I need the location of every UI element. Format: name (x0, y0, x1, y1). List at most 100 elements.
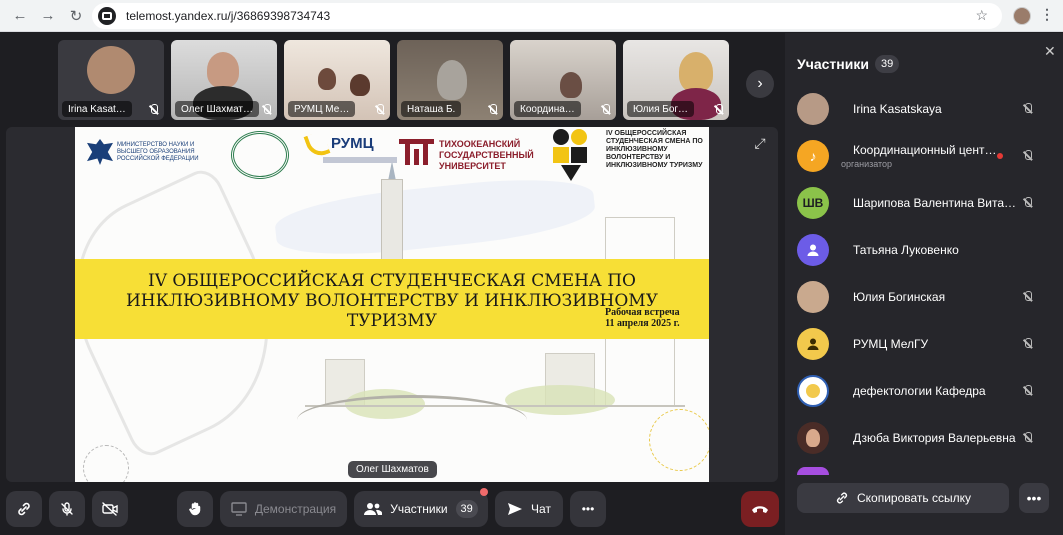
screen-share-button[interactable]: Демонстрация (220, 491, 347, 527)
eagle-emblem-icon (87, 139, 113, 165)
bookmark-star-icon[interactable]: ☆ (975, 7, 988, 24)
participant-video (679, 52, 713, 92)
hand-icon (189, 502, 201, 516)
thumbnail-tile[interactable]: Координа… (510, 40, 616, 120)
thumbnail-name: Наташа Б. (401, 101, 462, 117)
avatar: ШВ (797, 186, 829, 219)
thumbnail-tile[interactable]: Олег Шахмат… (171, 40, 277, 120)
mic-off-icon (1023, 150, 1033, 162)
participant-row[interactable]: РУМЦ МелГУ (785, 320, 1063, 367)
participant-video (318, 68, 336, 90)
avatar: ♪ (797, 139, 829, 172)
mic-off-icon (488, 104, 497, 115)
participant-row[interactable]: Irina Kasatskaya (785, 85, 1063, 132)
university-seal-logo (231, 131, 289, 179)
reload-icon[interactable]: ↻ (64, 4, 88, 28)
camera-off-icon (102, 502, 118, 516)
site-camera-icon (98, 7, 116, 25)
mic-off-icon (601, 104, 610, 115)
event-logo-text: IV ОБЩЕРОССИЙСКАЯ СТУДЕНЧЕСКАЯ СМЕНА ПО … (606, 130, 703, 169)
thumbnail-name: РУМЦ Ме… (288, 101, 356, 117)
address-bar[interactable]: telemost.yandex.ru/j/36869398734743 ☆ (92, 3, 1002, 29)
hang-up-icon (752, 506, 768, 513)
mic-off-icon (262, 104, 271, 115)
forward-icon[interactable]: → (36, 4, 60, 28)
more-options-button[interactable]: ••• (570, 491, 606, 527)
url-text: telemost.yandex.ru/j/36869398734743 (126, 9, 331, 23)
thumbnail-name: Юлия Бог… (627, 101, 695, 117)
thumbnail-tile[interactable]: Irina Kasat… (58, 40, 164, 120)
end-call-button[interactable] (741, 491, 779, 527)
slide-logo-row: МИНИСТЕРСТВО НАУКИ И ВЫСШЕГО ОБРАЗОВАНИЯ… (75, 127, 709, 185)
participant-video (350, 74, 370, 96)
participant-row[interactable]: ♪ Координационный цент… организатор (785, 132, 1063, 179)
participant-name: Irina Kasatskaya (853, 101, 942, 116)
next-thumbnails-button[interactable]: › (746, 70, 774, 98)
panel-more-button[interactable]: ••• (1019, 483, 1049, 513)
profile-avatar[interactable] (1013, 7, 1031, 25)
participant-row[interactable]: Юлия Богинская (785, 273, 1063, 320)
mic-off-icon (1023, 103, 1033, 115)
mic-off-icon (149, 104, 158, 115)
participants-button[interactable]: Участники 39 (354, 491, 488, 527)
more-dots-icon: ••• (581, 502, 595, 516)
screen-share-icon (231, 502, 247, 516)
back-icon[interactable]: ← (8, 4, 32, 28)
participants-panel: Участники 39 ✕ Irina Kasatskaya ♪ Коорди… (785, 33, 1063, 535)
meeting-date: Рабочая встреча 11 апреля 2025 г. (605, 307, 680, 329)
mic-off-icon (1023, 338, 1033, 350)
avatar (797, 374, 829, 407)
thumbnail-tile[interactable]: РУМЦ Ме… (284, 40, 390, 120)
thumbnail-name: Олег Шахмат… (175, 101, 260, 117)
avatar (797, 280, 829, 313)
avatar (797, 233, 829, 266)
participant-name: Юлия Богинская (853, 289, 946, 304)
mic-off-icon (1023, 197, 1033, 209)
thumbnail-name: Irina Kasat… (62, 101, 132, 117)
participant-avatar (87, 46, 135, 94)
participants-count-badge: 39 (455, 500, 478, 518)
avatar (797, 92, 829, 125)
participants-list: Irina Kasatskaya ♪ Координационный цент…… (785, 85, 1063, 467)
slide-decoration (649, 409, 709, 471)
browser-toolbar: ← → ↻ telemost.yandex.ru/j/3686939873474… (0, 0, 1063, 32)
mic-off-icon (714, 104, 723, 115)
presentation-slide: МИНИСТЕРСТВО НАУКИ И ВЫСШЕГО ОБРАЗОВАНИЯ… (75, 127, 709, 482)
participant-row[interactable]: дефектологии Кафедра (785, 367, 1063, 414)
user-icon (807, 244, 819, 256)
speaking-indicator (997, 153, 1003, 159)
link-icon (18, 502, 30, 516)
mic-off-icon (1023, 291, 1033, 303)
microphone-toggle-button[interactable] (49, 491, 85, 527)
participant-row[interactable]: Татьяна Луковенко (785, 226, 1063, 273)
close-icon[interactable]: ✕ (1044, 43, 1056, 60)
slide-decoration (83, 445, 129, 482)
send-icon (508, 503, 523, 515)
chat-button[interactable]: Чат (495, 491, 563, 527)
screen-share-stage[interactable]: МИНИСТЕРСТВО НАУКИ И ВЫСШЕГО ОБРАЗОВАНИЯ… (6, 127, 778, 482)
camera-toggle-button[interactable] (92, 491, 128, 527)
more-dots-icon: ••• (1026, 490, 1042, 506)
participant-row[interactable]: ШВ Шарипова Валентина Вита… (785, 179, 1063, 226)
panel-count-badge: 39 (874, 55, 900, 73)
participant-name: Дзюба Виктория Валерьевна (853, 430, 1016, 445)
rumc-swirl-icon (303, 130, 331, 160)
participant-name: Координационный цент… (853, 142, 997, 157)
slide-decoration (297, 395, 527, 445)
expand-icon[interactable]: ⤢ (752, 135, 768, 151)
participant-row[interactable]: Дзюба Виктория Валерьевна (785, 414, 1063, 461)
speaker-name-label: Олег Шахматов (348, 461, 437, 478)
participant-name: дефектологии Кафедра (853, 383, 986, 398)
participant-role: организатор (841, 158, 893, 169)
avatar (797, 421, 829, 454)
copy-link-button[interactable]: Скопировать ссылку (797, 483, 1009, 513)
participant-name: Татьяна Луковенко (853, 242, 959, 257)
raise-hand-button[interactable] (177, 491, 213, 527)
ministry-logo: МИНИСТЕРСТВО НАУКИ И ВЫСШЕГО ОБРАЗОВАНИЯ… (87, 139, 201, 165)
thumbnail-tile[interactable]: Наташа Б. (397, 40, 503, 120)
university-logo-text: ТИХООКЕАНСКИЙ ГОСУДАРСТВЕННЫЙ УНИВЕРСИТЕ… (439, 139, 534, 171)
browser-menu-icon[interactable]: ⋮ (1040, 6, 1054, 23)
mic-off-icon (375, 104, 384, 115)
link-button[interactable] (6, 491, 42, 527)
thumbnail-tile[interactable]: Юлия Бог… (623, 40, 729, 120)
